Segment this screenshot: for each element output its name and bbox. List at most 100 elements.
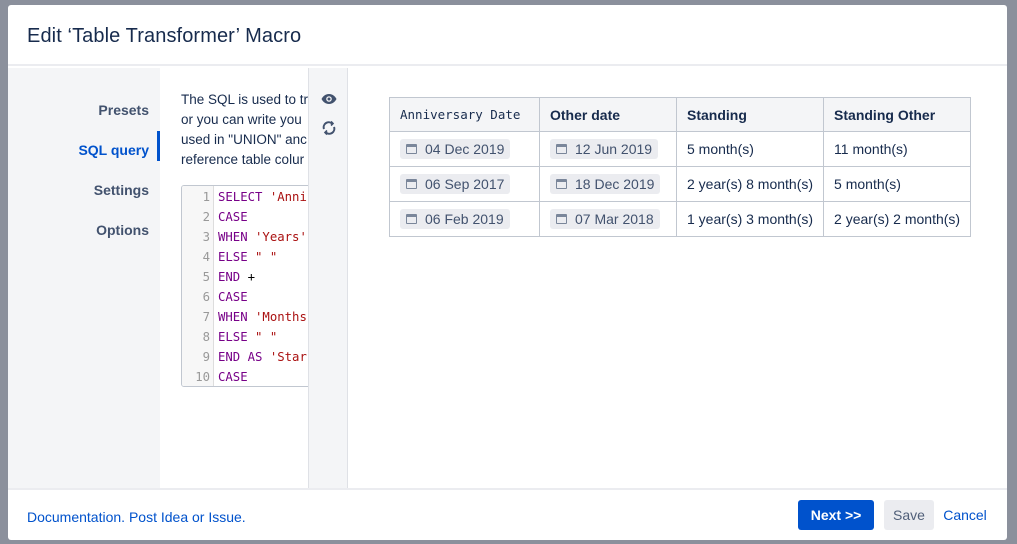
column-header: Standing xyxy=(675,97,825,132)
code-text: CASE xyxy=(218,287,248,307)
date-lozenge: 04 Dec 2019 xyxy=(400,139,511,159)
cell-value: 2 year(s) 2 month(s) xyxy=(834,211,961,227)
code-keyword: WHEN xyxy=(218,310,256,324)
cell-value: 5 month(s) xyxy=(834,176,901,192)
date-value: 12 Jun 2019 xyxy=(575,141,653,157)
code-keyword: CASE xyxy=(218,210,248,224)
post-idea-link[interactable]: Post Idea or Issue. xyxy=(129,509,246,525)
date-value: 06 Feb 2019 xyxy=(425,211,504,227)
table-row: 04 Dec 2019 12 Jun 2019 5 month(s) 11 month… xyxy=(389,131,972,167)
line-number: 10 xyxy=(195,370,210,384)
line-number: 8 xyxy=(202,330,210,344)
date-lozenge: 06 Sep 2017 xyxy=(400,174,511,194)
line-number: 1 xyxy=(202,190,210,204)
date-lozenge: 06 Feb 2019 xyxy=(400,209,510,229)
line-number: 4 xyxy=(202,250,210,264)
code-text: WHEN 'Months xyxy=(218,307,307,327)
calendar-icon xyxy=(556,144,567,154)
table-row: 06 Sep 2017 18 Dec 2019 2 year(s) 8 month(… xyxy=(389,166,972,202)
code-string: " " xyxy=(255,330,278,344)
table-cell: 06 Sep 2017 xyxy=(389,166,540,202)
edit-macro-dialog: Edit ‘Table Transformer’ Macro Presets S… xyxy=(8,5,1007,540)
code-keyword: END xyxy=(218,270,248,284)
description-line: The SQL is used to tr xyxy=(181,92,308,107)
line-number: 3 xyxy=(202,230,210,244)
date-lozenge: 18 Dec 2019 xyxy=(550,174,661,194)
code-line: 8 ELSE " " xyxy=(182,327,278,347)
calendar-icon xyxy=(556,214,567,224)
code-text: ELSE " " xyxy=(218,247,277,267)
code-text: ELSE " " xyxy=(218,327,277,347)
cancel-button[interactable]: Cancel xyxy=(940,500,990,530)
code-keyword: ELSE xyxy=(218,250,256,264)
nav-item-sql-query[interactable]: SQL query xyxy=(78,142,149,158)
code-line: 3 WHEN 'Years' xyxy=(182,227,307,247)
table-cell: 18 Dec 2019 xyxy=(539,166,677,202)
code-string: 'Star xyxy=(269,350,307,364)
next-button[interactable]: Next >> xyxy=(798,500,874,530)
description-line: reference table colur xyxy=(181,152,305,167)
sidebar-nav: Presets SQL query Settings Options xyxy=(8,68,160,488)
sql-editor[interactable]: 1 SELECT 'Anni 2 CASE 3 WHEN 'Years' 4 ELSE " "… xyxy=(181,185,308,387)
code-keyword: CASE xyxy=(218,370,248,384)
calendar-icon xyxy=(406,179,417,189)
code-line: 9 END AS 'Star xyxy=(182,347,307,367)
code-keyword: ELSE xyxy=(218,330,256,344)
column-header: Other date xyxy=(539,97,677,132)
calendar-icon xyxy=(406,144,417,154)
sql-description: The SQL is used to tr or you can write y… xyxy=(181,90,308,170)
line-number: 2 xyxy=(202,210,210,224)
calendar-icon xyxy=(406,214,417,224)
cell-value: 5 month(s) xyxy=(687,141,754,157)
code-line: 4 ELSE " " xyxy=(182,247,278,267)
code-keyword: SELECT xyxy=(218,190,270,204)
nav-item-settings[interactable]: Settings xyxy=(94,182,149,198)
date-value: 07 Mar 2018 xyxy=(575,211,654,227)
column-header: Anniversary Date xyxy=(389,97,540,132)
save-button[interactable]: Save xyxy=(884,500,934,530)
line-number: 5 xyxy=(202,270,210,284)
refresh-icon[interactable] xyxy=(320,119,338,137)
line-number: 7 xyxy=(202,310,210,324)
code-text: CASE xyxy=(218,207,248,227)
code-keyword: CASE xyxy=(218,290,248,304)
table-cell: 04 Dec 2019 xyxy=(389,131,540,167)
code-text: SELECT 'Anni xyxy=(218,187,307,207)
table-cell: 2 year(s) 2 month(s) xyxy=(823,201,972,237)
code-line: 5 END + xyxy=(182,267,255,287)
cell-value: 1 year(s) 3 month(s) xyxy=(687,211,814,227)
date-lozenge: 07 Mar 2018 xyxy=(550,209,660,229)
table-cell: 5 month(s) xyxy=(823,166,972,202)
nav-item-options[interactable]: Options xyxy=(96,222,149,238)
code-operator: + xyxy=(247,270,256,284)
calendar-icon xyxy=(556,179,567,189)
date-value: 06 Sep 2017 xyxy=(425,176,505,192)
date-lozenge: 12 Jun 2019 xyxy=(550,139,659,159)
table-cell: 1 year(s) 3 month(s) xyxy=(675,201,825,237)
table-cell: 2 year(s) 8 month(s) xyxy=(675,166,825,202)
table-cell: 06 Feb 2019 xyxy=(389,201,540,237)
date-value: 18 Dec 2019 xyxy=(575,176,655,192)
nav-item-presets[interactable]: Presets xyxy=(98,102,149,118)
table-row: 06 Feb 2019 07 Mar 2018 1 year(s) 3 month(… xyxy=(389,201,972,237)
code-string: 'Months xyxy=(255,310,307,324)
cell-value: 11 month(s) xyxy=(834,141,908,157)
documentation-link[interactable]: Documentation. xyxy=(27,509,125,525)
code-keyword: END AS xyxy=(218,350,270,364)
description-line: or you can write you xyxy=(181,112,302,127)
dialog-header: Edit ‘Table Transformer’ Macro xyxy=(8,5,1007,66)
code-text: END AS 'Star xyxy=(218,347,307,367)
code-string: 'Years' xyxy=(255,230,307,244)
dialog-title: Edit ‘Table Transformer’ Macro xyxy=(27,25,302,47)
code-text: WHEN 'Years' xyxy=(218,227,307,247)
code-string: " " xyxy=(255,250,278,264)
code-line: 7 WHEN 'Months xyxy=(182,307,307,327)
line-number: 6 xyxy=(202,290,210,304)
code-line: 6 CASE xyxy=(182,287,248,307)
date-value: 04 Dec 2019 xyxy=(425,141,505,157)
preview-toolbar xyxy=(308,68,348,488)
description-line: used in "UNION" anc xyxy=(181,132,307,147)
code-line: 1 SELECT 'Anni xyxy=(182,187,307,207)
eye-icon[interactable] xyxy=(320,90,338,108)
code-string: 'Anni xyxy=(269,190,307,204)
